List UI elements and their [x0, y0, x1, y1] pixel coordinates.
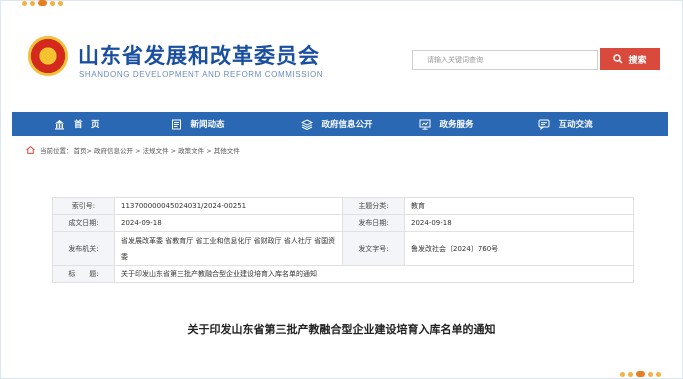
site-subtitle: SHANDONG DEVELOPMENT AND REFORM COMMISSI… [79, 70, 324, 79]
service-icon [419, 119, 431, 130]
search-input[interactable]: 请输入关键词查询 [412, 50, 598, 70]
home-icon [55, 119, 64, 129]
home-outline-icon [26, 146, 35, 154]
main-nav: 首 页 新闻动态 政府信息公开 政务服务 互动交流 [12, 112, 668, 136]
meta-title-label: 标 题: [52, 265, 115, 283]
breadcrumb: 当前位置： 首页> 政府信息公开 > 法规文件 > 政策文件 > 其他文件 [26, 145, 240, 155]
meta-issuer-label: 发布机关: [52, 231, 115, 266]
nav-label-news: 新闻动态 [190, 120, 225, 130]
search-button-label: 搜索 [628, 55, 647, 66]
document-meta-table: 索引号: 113700000045024031/2024-00251 主题分类:… [52, 197, 634, 283]
nav-label-home: 首 页 [74, 120, 100, 130]
nav-item-news[interactable]: 新闻动态 [171, 112, 225, 136]
nav-label-info: 政府信息公开 [321, 120, 373, 130]
nav-item-home[interactable]: 首 页 [54, 112, 100, 136]
document-heading: 关于印发山东省第三批产教融合型企业建设培育入库名单的通知 [187, 323, 496, 336]
nav-label-interact: 互动交流 [558, 120, 593, 130]
news-icon [171, 119, 181, 129]
meta-published-label: 发布日期: [342, 214, 405, 232]
breadcrumb-prefix: 当前位置： [40, 147, 73, 155]
meta-index-value: 113700000045024031/2024-00251 [114, 197, 343, 215]
meta-published-value: 2024-09-18 [404, 214, 634, 232]
nav-item-service[interactable]: 政务服务 [419, 112, 474, 136]
meta-issuer-value: 省发展改革委 省教育厅 省工业和信息化厅 省财政厅 省人社厅 省国资委 [114, 231, 343, 266]
meta-index-label: 索引号: [52, 197, 115, 215]
meta-topic-value: 教育 [404, 197, 634, 215]
chat-icon [538, 119, 550, 130]
decor-dots-top [22, 0, 63, 6]
meta-created-value: 2024-09-18 [114, 214, 343, 232]
site-header: 山东省发展和改革委员会 SHANDONG DEVELOPMENT AND REF… [0, 30, 683, 90]
meta-docno-label: 发文字号: [342, 231, 405, 266]
info-icon [300, 118, 313, 130]
breadcrumb-path[interactable]: 首页> 政府信息公开 > 法规文件 > 政策文件 > 其他文件 [74, 145, 240, 155]
search-button[interactable]: 搜索 [600, 48, 660, 70]
meta-title-value: 关于印发山东省第三批产教融合型企业建设培育入库名单的通知 [114, 265, 634, 283]
meta-topic-label: 主题分类: [342, 197, 405, 215]
decor-dots-bottom [620, 371, 661, 377]
meta-docno-value: 鲁发改社会〔2024〕760号 [404, 231, 634, 266]
nav-label-service: 政务服务 [439, 120, 474, 130]
site-title[interactable]: 山东省发展和改革委员会 [78, 40, 320, 70]
search-icon [613, 54, 624, 64]
meta-created-label: 成文日期: [52, 214, 115, 232]
nav-item-interact[interactable]: 互动交流 [538, 112, 593, 136]
nav-item-info[interactable]: 政府信息公开 [300, 112, 373, 136]
national-emblem-icon [28, 36, 68, 76]
